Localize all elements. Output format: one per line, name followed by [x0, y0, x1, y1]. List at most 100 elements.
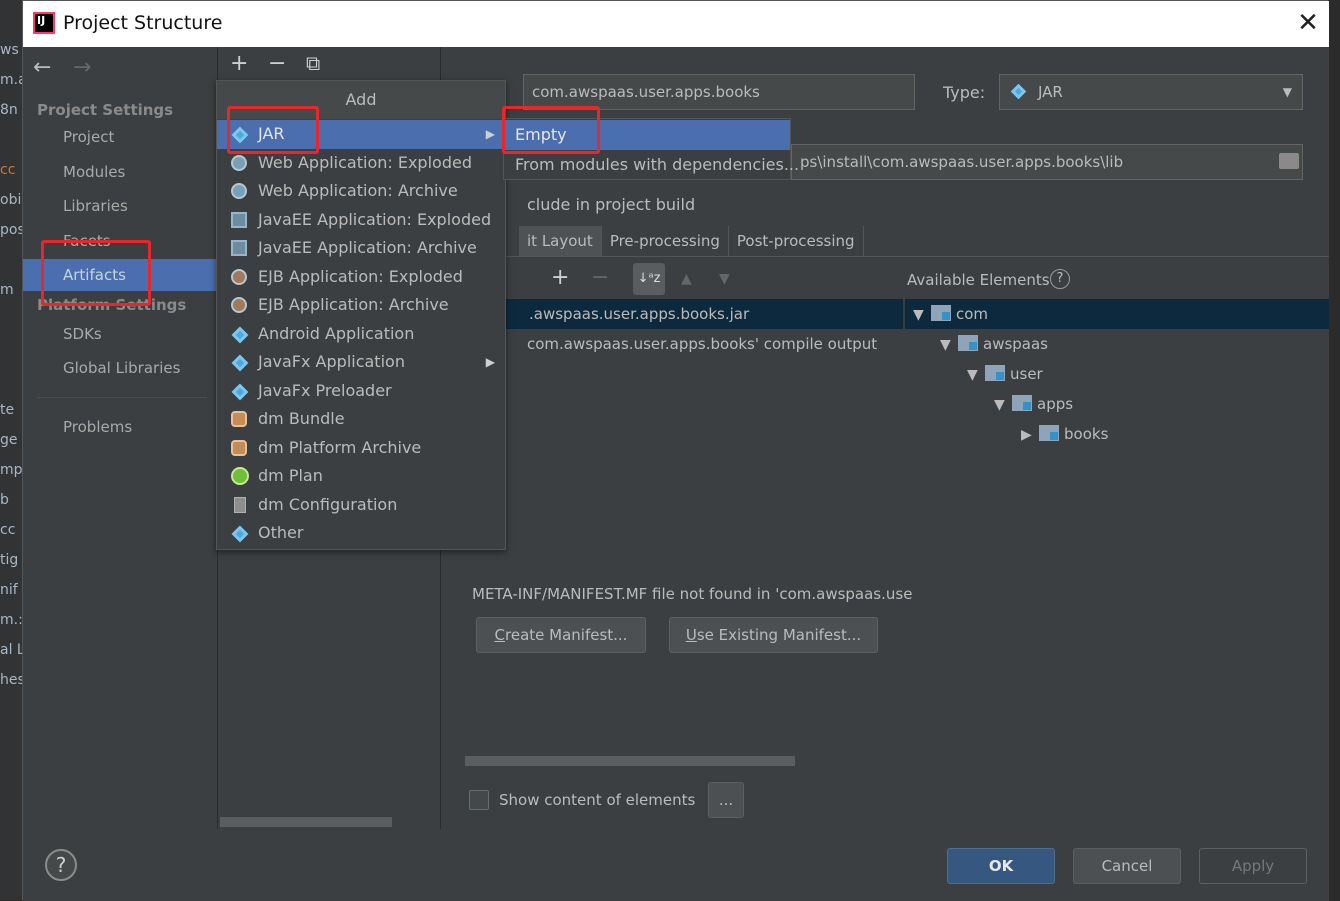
ejb-icon: [231, 268, 249, 287]
tree-item-apps[interactable]: ▼ apps: [994, 389, 1073, 419]
output-directory-field[interactable]: ps\install\com.awspaas.user.apps.books\l…: [791, 144, 1303, 180]
submenu-item-from-modules[interactable]: From modules with dependencies...: [504, 150, 799, 180]
menu-item-javaee-archive[interactable]: JavaEE Application: Archive: [217, 234, 505, 263]
package-icon: [958, 335, 978, 351]
ide-fragment: tig: [0, 552, 19, 568]
nav-item-problems[interactable]: Problems: [23, 411, 217, 443]
move-up-icon[interactable]: ▲: [681, 271, 692, 287]
sort-icon[interactable]: ↓ᵃz: [633, 263, 665, 295]
show-content-checkbox[interactable]: [469, 790, 489, 810]
apply-button[interactable]: Apply: [1199, 848, 1307, 884]
bundle-icon: [231, 411, 249, 429]
output-jar-item[interactable]: .awspaas.user.apps.books.jar: [529, 299, 749, 329]
expand-arrow-icon[interactable]: ▼: [967, 360, 985, 390]
ide-fragment: m.a: [0, 72, 22, 88]
show-content-label[interactable]: Show content of elements: [499, 791, 695, 809]
ide-fragment: pos: [0, 222, 22, 238]
use-existing-manifest-button[interactable]: Use Existing Manifest...: [669, 617, 878, 653]
menu-item-android[interactable]: Android Application: [217, 320, 505, 349]
dialog-footer: ? OK Cancel Apply: [23, 829, 1329, 901]
expand-arrow-icon[interactable]: ▼: [913, 300, 931, 330]
menu-item-ejb-exploded[interactable]: EJB Application: Exploded: [217, 263, 505, 292]
menu-item-ejb-archive[interactable]: EJB Application: Archive: [217, 291, 505, 320]
artifact-name-field[interactable]: com.awspaas.user.apps.books: [523, 74, 915, 110]
add-icon[interactable]: +: [230, 51, 248, 76]
cancel-button[interactable]: Cancel: [1073, 848, 1181, 884]
layout-tabs: it Layout Pre-processing Post-processing: [519, 226, 864, 256]
forward-arrow-icon[interactable]: →: [73, 55, 91, 80]
submenu-arrow-icon: ▶: [485, 355, 495, 369]
ide-fragment: m.:: [0, 612, 22, 628]
menu-item-web-archive[interactable]: Web Application: Archive: [217, 177, 505, 206]
package-icon: [985, 365, 1005, 381]
ok-button[interactable]: OK: [947, 848, 1055, 884]
menu-item-dm-plan[interactable]: dm Plan: [217, 462, 505, 491]
nav-item-modules[interactable]: Modules: [23, 156, 217, 188]
copy-icon[interactable]: ⧉: [306, 51, 320, 75]
layout-add-icon[interactable]: +: [551, 265, 569, 290]
nav-item-sdks[interactable]: SDKs: [23, 318, 217, 350]
ide-fragment: nif: [0, 582, 18, 598]
compile-output-item[interactable]: com.awspaas.user.apps.books' compile out…: [527, 329, 877, 359]
tab-pre-processing[interactable]: Pre-processing: [602, 226, 729, 256]
move-down-icon[interactable]: ▼: [719, 271, 730, 287]
tab-divider: [463, 256, 1329, 257]
tab-output-layout[interactable]: it Layout: [519, 226, 602, 256]
web-app-icon: [231, 183, 249, 201]
help-button[interactable]: ?: [45, 849, 77, 881]
ide-fragment: b: [0, 492, 9, 508]
expand-arrow-icon[interactable]: ▼: [940, 330, 958, 360]
javafx-icon: [231, 383, 249, 401]
type-dropdown[interactable]: JAR ▼: [999, 74, 1303, 110]
package-icon: [1039, 425, 1059, 441]
ide-fragment: al L: [0, 642, 22, 658]
chevron-down-icon: ▼: [1282, 85, 1292, 99]
back-arrow-icon[interactable]: ←: [33, 55, 51, 80]
menu-item-dm-configuration[interactable]: dm Configuration: [217, 491, 505, 520]
include-in-build-label[interactable]: clude in project build: [527, 195, 695, 214]
nav-item-libraries[interactable]: Libraries: [23, 190, 217, 222]
background-ide-strip: ws m.a 8n cc obil pos m te ge mp b cc ti…: [0, 0, 22, 900]
ide-fragment: cc: [0, 522, 16, 538]
plan-icon: [231, 467, 249, 485]
ejb-icon: [231, 297, 249, 315]
remove-icon[interactable]: −: [268, 51, 286, 76]
menu-item-javafx-preloader[interactable]: JavaFx Preloader: [217, 377, 505, 406]
tree-item-books[interactable]: ▶ books: [1021, 419, 1108, 449]
expand-arrow-icon[interactable]: ▼: [994, 390, 1012, 420]
ide-fragment: m: [0, 282, 14, 298]
settings-nav: ← → Project Settings Project Modules Lib…: [23, 47, 217, 829]
help-icon[interactable]: ?: [1050, 269, 1070, 289]
tab-post-processing[interactable]: Post-processing: [729, 226, 864, 256]
ellipsis-button[interactable]: ...: [708, 782, 744, 818]
annotation-box-artifacts: [41, 240, 151, 306]
menu-item-other[interactable]: Other: [217, 519, 505, 548]
javafx-icon: [231, 354, 249, 372]
create-manifest-button[interactable]: Create Manifest...: [476, 617, 646, 653]
ide-fragment: ge: [0, 432, 18, 448]
submenu-arrow-icon: ▶: [485, 127, 495, 141]
collapse-arrow-icon[interactable]: ▶: [1021, 420, 1039, 450]
layout-horizontal-scrollbar[interactable]: [465, 756, 795, 766]
nav-item-global-libraries[interactable]: Global Libraries: [23, 352, 217, 384]
ide-fragment: te: [0, 402, 15, 418]
android-icon: [231, 326, 249, 344]
nav-item-project[interactable]: Project: [23, 121, 217, 153]
type-value: JAR: [1038, 83, 1063, 101]
other-icon: [231, 525, 249, 543]
menu-item-javaee-exploded[interactable]: JavaEE Application: Exploded: [217, 206, 505, 235]
tree-item-com[interactable]: ▼ com: [913, 299, 988, 329]
annotation-box-jar: [227, 106, 319, 154]
tree-item-user[interactable]: ▼ user: [967, 359, 1043, 389]
menu-item-dm-bundle[interactable]: dm Bundle: [217, 405, 505, 434]
title-bar[interactable]: Project Structure ✕: [23, 1, 1329, 47]
menu-item-dm-platform-archive[interactable]: dm Platform Archive: [217, 434, 505, 463]
close-icon[interactable]: ✕: [1293, 9, 1323, 39]
ide-fragment: cc: [0, 162, 16, 178]
layout-remove-icon[interactable]: −: [591, 265, 609, 290]
folder-browse-icon[interactable]: [1279, 153, 1299, 169]
manifest-message: META-INF/MANIFEST.MF file not found in '…: [472, 585, 913, 603]
list-horizontal-scrollbar[interactable]: [220, 817, 392, 827]
menu-item-javafx-app[interactable]: JavaFx Application ▶: [217, 348, 505, 377]
tree-item-awspaas[interactable]: ▼ awspaas: [940, 329, 1048, 359]
